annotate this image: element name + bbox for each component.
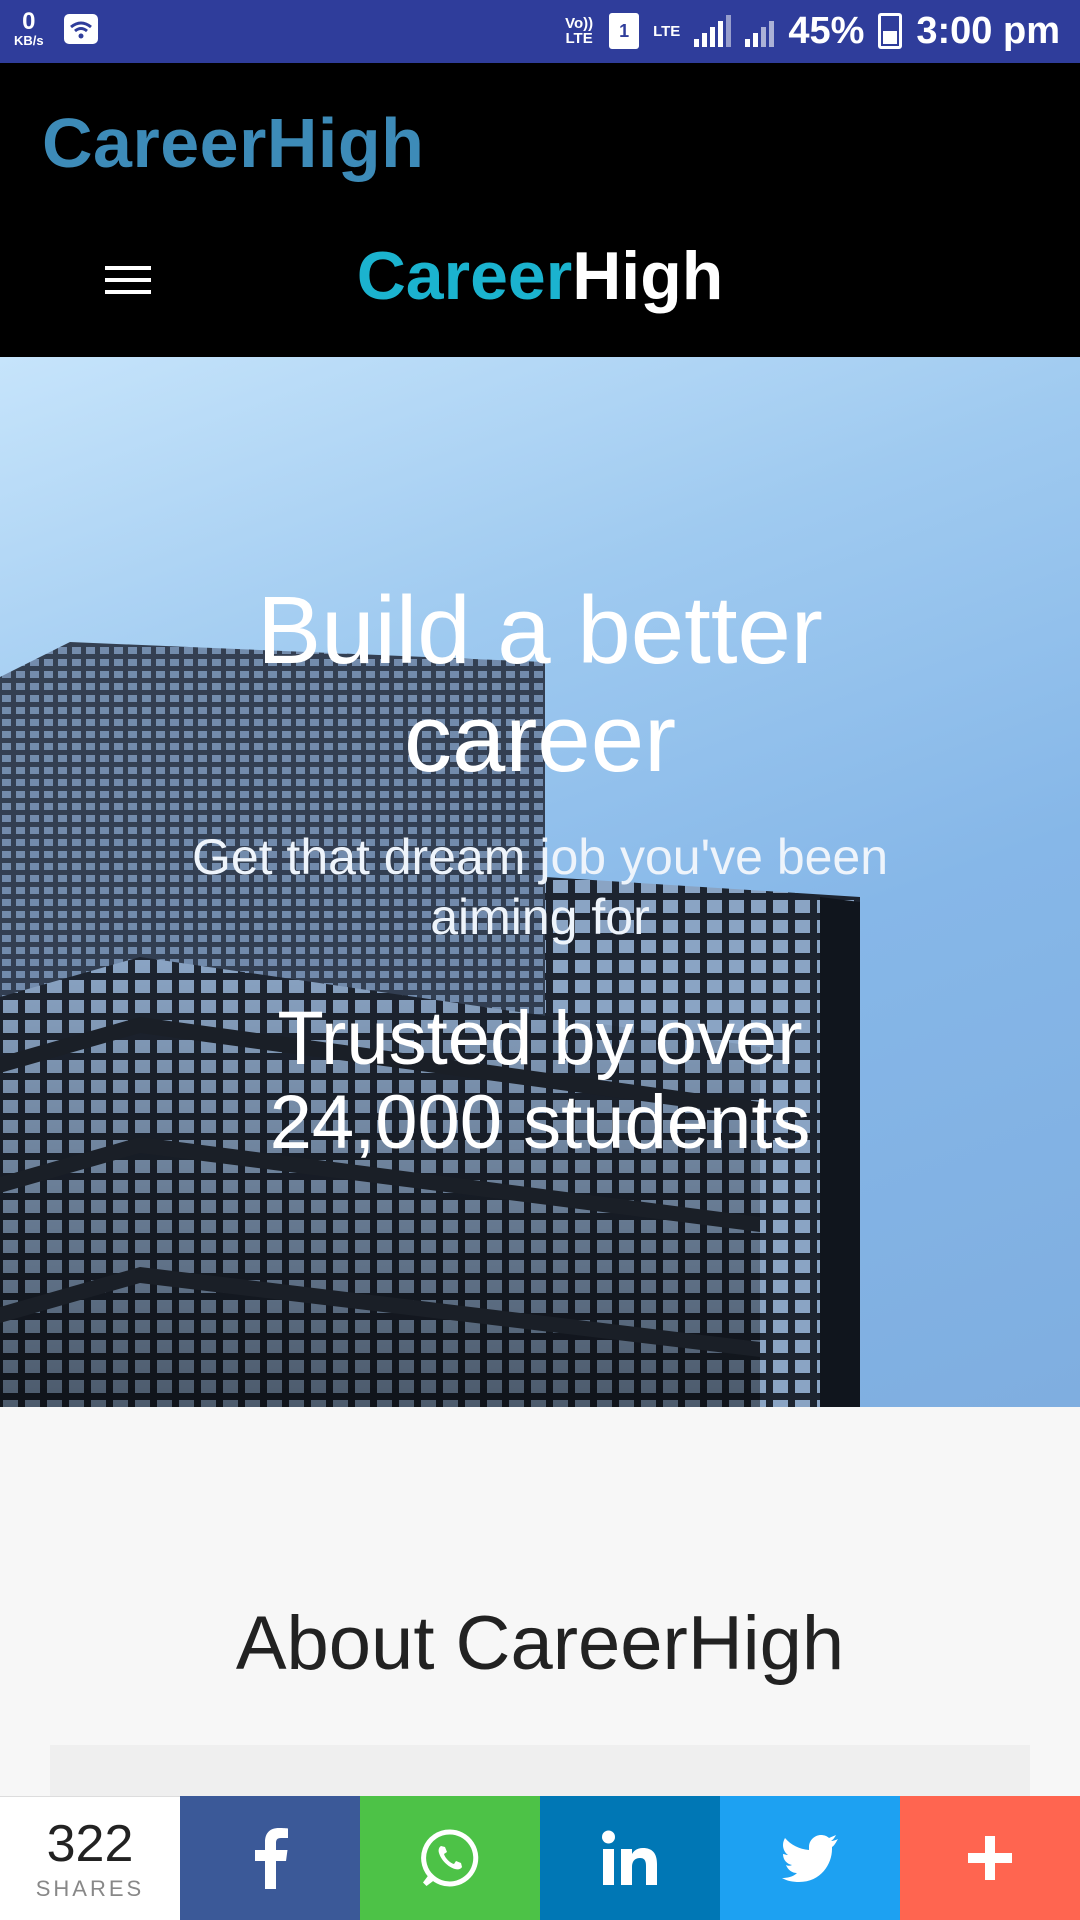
- app-title: CareerHigh: [42, 104, 425, 182]
- twitter-share-button[interactable]: [720, 1796, 900, 1920]
- hero-section: Build a better career Get that dream job…: [0, 357, 1080, 1407]
- linkedin-icon: [602, 1830, 657, 1885]
- network-speed-value: 0: [22, 8, 36, 35]
- logo-high: High: [572, 238, 724, 314]
- clock: 3:00 pm: [916, 9, 1060, 52]
- whatsapp-icon: [421, 1829, 479, 1887]
- network-speed-unit: KB/s: [14, 33, 44, 48]
- lte-indicator: LTE: [653, 22, 681, 40]
- hero-title: Build a better career: [0, 577, 1080, 793]
- facebook-icon: [255, 1828, 288, 1889]
- battery-percent: 45%: [788, 9, 865, 52]
- linkedin-share-button[interactable]: [540, 1796, 720, 1920]
- status-bar: 0 KB/s Vo)) LTE 1 LTE 45% 3:00 pm: [0, 0, 1080, 63]
- site-navbar: CareerHigh: [0, 213, 1080, 357]
- plus-icon: [968, 1836, 1012, 1880]
- hero-trust-line2: 24,000 students: [269, 1080, 811, 1165]
- network-speed: 0 KB/s: [14, 8, 44, 48]
- share-count-label: SHARES: [35, 1875, 145, 1901]
- share-count: 322 SHARES: [0, 1796, 180, 1920]
- hero-trust-line1: Trusted by over: [277, 996, 803, 1081]
- hero-subtitle-line1: Get that dream job you've been: [191, 829, 889, 885]
- signal-icon-sim2: [745, 15, 775, 47]
- twitter-icon: [782, 1835, 838, 1882]
- hero-subtitle-line2: aiming for: [430, 889, 650, 945]
- site-logo[interactable]: CareerHigh: [0, 237, 1080, 315]
- wifi-icon: [63, 13, 98, 44]
- about-heading: About CareerHigh: [235, 1601, 845, 1686]
- app-bar: CareerHigh: [0, 63, 1080, 213]
- whatsapp-share-button[interactable]: [360, 1796, 540, 1920]
- battery-icon: [878, 13, 903, 49]
- volte-indicator: Vo)) LTE: [565, 15, 594, 47]
- hero-trust-text: Trusted by over 24,000 students: [0, 997, 1080, 1165]
- sim-indicator: 1: [609, 13, 640, 49]
- facebook-share-button[interactable]: [180, 1796, 360, 1920]
- signal-icon: [694, 15, 732, 47]
- share-bar: 322 SHARES: [0, 1796, 1080, 1920]
- more-share-button[interactable]: [900, 1796, 1080, 1920]
- hero-title-line2: career: [403, 685, 677, 792]
- logo-career: Career: [356, 238, 573, 314]
- share-count-number: 322: [46, 1814, 134, 1873]
- hero-subtitle: Get that dream job you've been aiming fo…: [0, 827, 1080, 947]
- hero-title-line1: Build a better: [257, 577, 823, 684]
